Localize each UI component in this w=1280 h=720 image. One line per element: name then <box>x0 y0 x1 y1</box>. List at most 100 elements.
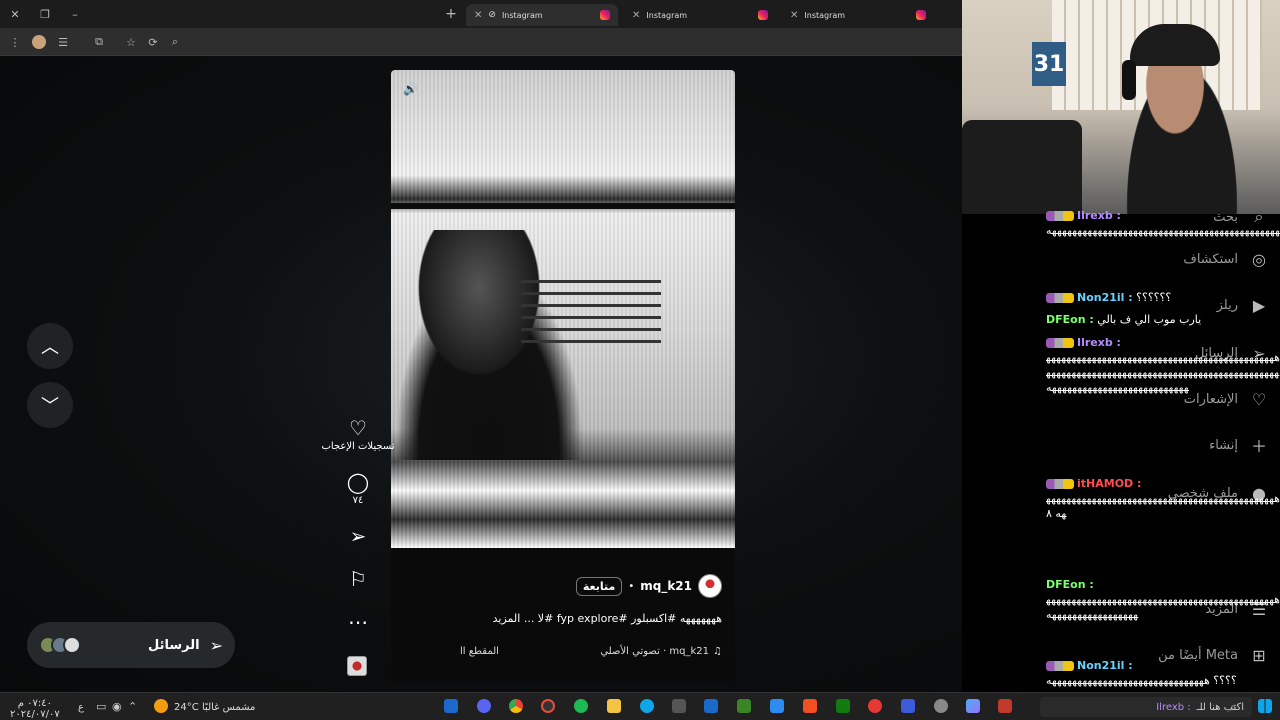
windows-start-icon[interactable] <box>1258 699 1272 713</box>
comment-action[interactable]: ◯ ٧٤ <box>330 472 386 506</box>
instagram-icon <box>916 10 926 20</box>
restore-window-icon[interactable]: ❐ <box>38 7 52 21</box>
chevron-up-icon[interactable]: ⌃ <box>128 700 137 713</box>
copilot-icon[interactable] <box>966 699 980 713</box>
weather-text[interactable]: مشمس غالبًا <box>202 702 255 713</box>
chat-username: DFEon : <box>1046 578 1094 591</box>
reel-author-row: متابعة • mq_k21 <box>450 574 722 598</box>
close-window-icon[interactable]: ✕ <box>8 7 22 21</box>
video-bar <box>391 203 735 209</box>
close-tab-icon[interactable]: ✕ <box>474 10 482 21</box>
edge-icon[interactable] <box>640 699 654 713</box>
chat-text: هههههههههههههههههههههههههههههههههههههههه… <box>1046 593 1280 621</box>
steam-icon[interactable] <box>704 699 718 713</box>
message-avatars <box>39 636 81 654</box>
reel-username[interactable]: mq_k21 <box>640 579 692 593</box>
reel-audio-row: المقطع اا تصوتي الأصلي · mq_k21 ♫ <box>460 646 722 664</box>
app-icon[interactable] <box>868 699 882 713</box>
sidebar-item-create[interactable]: إنشاء ＋ <box>1209 434 1270 456</box>
send-icon[interactable]: ➢ <box>350 526 367 546</box>
app-icon[interactable] <box>998 699 1012 713</box>
close-tab-icon[interactable]: ✕ <box>790 10 798 21</box>
chat-username: Ilrexb : <box>1077 336 1121 349</box>
refresh-icon[interactable]: ⟳ <box>146 35 160 49</box>
share-action[interactable]: ➢ <box>330 526 386 546</box>
badge-icons <box>1046 293 1074 303</box>
chat-username: itHAMOD : <box>1077 477 1142 490</box>
file-explorer-icon[interactable] <box>607 699 621 713</box>
tab-instagram-2[interactable]: ✕ Instagram <box>624 4 776 26</box>
search-icon[interactable]: ⌕ <box>168 35 182 49</box>
sidebar-item-explore[interactable]: استكشاف ◎ <box>1183 248 1270 270</box>
obs-icon[interactable] <box>541 699 555 713</box>
weather-temp[interactable]: 24°C <box>174 702 199 713</box>
tab-title: Instagram <box>501 10 543 20</box>
sidebar-item-label: إنشاء <box>1209 437 1238 453</box>
weather-icon <box>154 699 168 713</box>
spotify-icon[interactable] <box>574 699 588 713</box>
settings-icon[interactable] <box>934 699 948 713</box>
bookmark-icon[interactable]: ⚐ <box>349 569 367 589</box>
language-indicator[interactable]: ع <box>78 702 84 713</box>
previous-reel-button[interactable]: ︿ <box>27 323 73 369</box>
follow-button[interactable]: متابعة <box>575 576 623 596</box>
separator-dot: • <box>628 580 635 592</box>
audio-thumbnail[interactable] <box>347 656 367 676</box>
author-avatar[interactable] <box>698 574 722 598</box>
clock[interactable]: ٠٧:٤٠ م ٢٠٢٤/٠٧/٠٧ <box>10 698 60 720</box>
heart-icon[interactable]: ♡ <box>349 418 367 438</box>
store-icon[interactable] <box>803 699 817 713</box>
extensions-icon[interactable]: ⧉ <box>92 35 106 49</box>
like-action[interactable]: ♡ تسجيلات الإعجاب <box>321 418 394 452</box>
tab-title: Instagram <box>646 10 688 20</box>
video-overlay-text <box>521 280 661 350</box>
pause-label[interactable]: المقطع اا <box>460 646 499 664</box>
avatar <box>63 636 81 654</box>
xbox-icon[interactable] <box>836 699 850 713</box>
more-icon[interactable]: ⋯ <box>348 612 368 632</box>
music-note-icon: ♫ <box>713 646 722 657</box>
star-icon[interactable]: ☆ <box>124 35 138 49</box>
chat-message: Ilrexb : ههههههههههههههههههههههههههههههه… <box>1046 335 1280 395</box>
chat-text: ؟؟؟؟؟؟ <box>1136 291 1172 304</box>
steam-icon[interactable] <box>444 699 458 713</box>
headset <box>1122 60 1136 100</box>
send-icon: ➢ <box>209 635 223 655</box>
more-action[interactable]: ⋯ <box>330 612 386 632</box>
chat-username: Non21il : <box>1077 659 1133 672</box>
tab-instagram-1[interactable]: ✕ ⊘ Instagram <box>466 4 618 26</box>
app-icon[interactable] <box>901 699 915 713</box>
sidebar-item-label: استكشاف <box>1183 251 1238 267</box>
chat-username: Non21il : <box>1077 291 1133 304</box>
messages-bar[interactable]: الرسائل ➢ <box>27 622 235 668</box>
close-tab-icon[interactable]: ✕ <box>632 10 640 21</box>
next-reel-button[interactable]: ﹀ <box>27 382 73 428</box>
tab-instagram-3[interactable]: ✕ Instagram <box>782 4 934 26</box>
network-icon[interactable]: ▭ <box>96 700 106 713</box>
minimize-window-icon[interactable]: – <box>68 7 82 21</box>
sound-icon[interactable]: 🔊 <box>403 82 421 100</box>
terminal-icon[interactable] <box>672 699 686 713</box>
discord-icon[interactable] <box>477 699 491 713</box>
chrome-icon[interactable] <box>509 699 523 713</box>
chevron-down-icon: ﹀ <box>41 396 59 417</box>
menu-icon[interactable]: ⋮ <box>8 35 22 49</box>
new-tab-button[interactable]: + <box>444 6 458 22</box>
instagram-icon <box>758 10 768 20</box>
chat-text: ؟؟؟؟ هههههههههههههههههههههههههههههههه <box>1046 674 1238 687</box>
mail-icon[interactable] <box>770 699 784 713</box>
browser-toolbar <box>0 28 962 56</box>
save-action[interactable]: ⚐ <box>330 569 386 589</box>
chat-input[interactable]: Ilrexb : اكتب هنا للـ <box>1040 697 1252 717</box>
chevron-up-icon: ︿ <box>41 337 59 358</box>
search-icon[interactable]: ⌕ <box>1230 700 1237 715</box>
reel-caption[interactable]: هههههههه #اكسبلور #fyp explore #لا ... ا… <box>440 612 722 625</box>
comment-icon[interactable]: ◯ <box>347 472 369 492</box>
audio-info[interactable]: تصوتي الأصلي · mq_k21 ♫ <box>600 646 722 664</box>
messages-label: الرسائل <box>148 637 200 653</box>
plus-icon: ＋ <box>1250 437 1267 456</box>
equalizer-icon[interactable]: ☰ <box>56 35 70 49</box>
chrome-tray-icon[interactable]: ◉ <box>112 700 122 713</box>
minecraft-icon[interactable] <box>737 699 751 713</box>
profile-icon[interactable] <box>32 35 46 49</box>
